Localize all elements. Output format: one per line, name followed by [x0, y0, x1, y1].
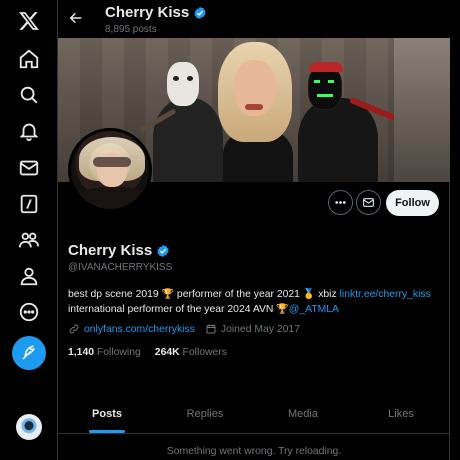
joined-date: Joined May 2017: [220, 323, 301, 335]
left-nav-rail: [0, 0, 58, 460]
trophy-emoji: 🏆: [276, 304, 289, 315]
grok-slash-icon[interactable]: [17, 192, 41, 216]
joined-item: Joined May 2017: [205, 323, 300, 335]
website-item: onlyfans.com/cherrykiss: [68, 323, 195, 335]
x-logo-icon[interactable]: [17, 9, 41, 33]
more-dots-icon: [335, 201, 346, 204]
following-label: Following: [94, 347, 141, 358]
post-count: 8,895 posts: [105, 24, 157, 35]
verified-badge-icon: [156, 244, 170, 258]
profile-tabs: Posts Replies Media Likes: [58, 394, 450, 434]
message-mail-icon: [363, 198, 374, 207]
profile-avatar[interactable]: [68, 128, 152, 212]
header-name: Cherry Kiss: [105, 4, 190, 21]
trophy-emoji: 🏆: [161, 289, 175, 300]
website-link[interactable]: onlyfans.com/cherrykiss: [84, 324, 195, 335]
bio-link[interactable]: linktr.ee/cherry_kiss: [340, 289, 431, 300]
followers-count: 264K: [154, 347, 180, 358]
profile-display-name: Cherry Kiss: [68, 242, 153, 259]
following-link[interactable]: 1,140 Following: [68, 347, 141, 358]
bio-text: xbiz: [315, 289, 340, 300]
back-arrow-icon: [69, 12, 82, 24]
profile-handle: @IVANACHERRYKISS: [68, 262, 173, 273]
follow-button[interactable]: Follow: [386, 190, 439, 216]
bio-text: international performer of the year 2024…: [68, 304, 277, 315]
tab-replies[interactable]: Replies: [156, 394, 254, 433]
search-icon[interactable]: [17, 83, 41, 107]
calendar-icon: [206, 324, 216, 334]
bio-mention-link[interactable]: @_ATMLA: [289, 304, 339, 315]
more-options-button[interactable]: [328, 190, 353, 215]
account-avatar[interactable]: [16, 414, 42, 440]
follow-stats: 1,140 Following 264K Followers: [68, 347, 241, 358]
tab-likes[interactable]: Likes: [352, 394, 450, 433]
more-circle-icon[interactable]: [17, 300, 41, 324]
header-title: Cherry Kiss: [105, 4, 207, 21]
back-button[interactable]: [66, 8, 86, 28]
tab-posts[interactable]: Posts: [58, 394, 156, 433]
messages-mail-icon[interactable]: [17, 156, 41, 180]
compose-feather-icon: [22, 345, 35, 360]
link-icon: [69, 324, 79, 334]
notifications-bell-icon[interactable]: [17, 119, 41, 143]
profile-header-bar: Cherry Kiss 8,895 posts: [58, 0, 450, 38]
medal-emoji: 🥇: [302, 289, 316, 300]
profile-name: Cherry Kiss: [68, 242, 170, 259]
home-icon[interactable]: [17, 47, 41, 71]
communities-people-icon[interactable]: [17, 228, 41, 252]
verified-badge-icon: [193, 6, 207, 20]
profile-bio: best dp scene 2019 🏆 performer of the ye…: [68, 287, 443, 317]
followers-label: Followers: [179, 347, 227, 358]
bio-text: performer of the year 2021: [174, 289, 303, 300]
profile-column: Cherry Kiss 8,895 posts Follow Cherry Ki…: [58, 0, 450, 460]
message-button[interactable]: [356, 190, 381, 215]
tab-media[interactable]: Media: [254, 394, 352, 433]
compose-post-button[interactable]: [12, 336, 46, 370]
following-count: 1,140: [68, 347, 95, 358]
bio-text: best dp scene 2019: [68, 289, 162, 300]
timeline-error-message: Something went wrong. Try reloading.: [166, 446, 342, 457]
followers-link[interactable]: 264K Followers: [155, 347, 227, 358]
profile-meta: onlyfans.com/cherrykiss Joined May 2017: [68, 323, 310, 335]
profile-person-icon[interactable]: [17, 264, 41, 288]
